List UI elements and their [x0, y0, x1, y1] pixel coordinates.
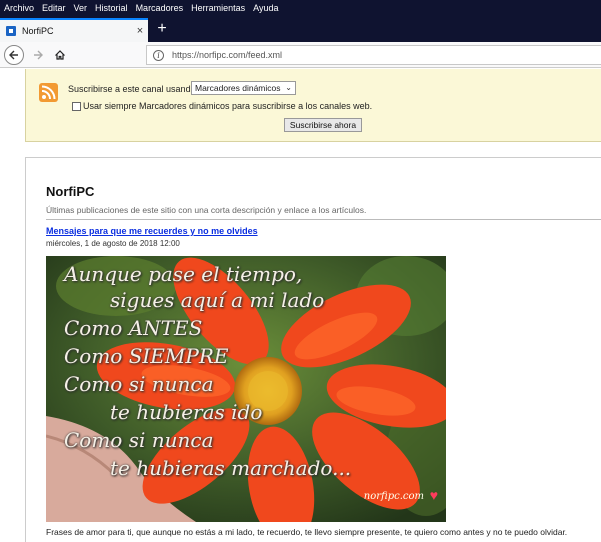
tab-norfipc[interactable]: NorfiPC ×: [0, 18, 148, 42]
post-summary: Frases de amor para ti, que aunque no es…: [46, 527, 568, 537]
close-tab-icon[interactable]: ×: [132, 25, 148, 37]
menu-historial[interactable]: Historial: [95, 3, 128, 13]
new-tab-button[interactable]: +: [152, 19, 172, 39]
tab-title: NorfiPC: [22, 26, 54, 36]
home-button[interactable]: [50, 45, 70, 65]
forward-arrow-icon: [34, 50, 43, 60]
tab-strip: NorfiPC × +: [0, 16, 601, 42]
subscribe-panel: Suscribirse a este canal usando Marcador…: [25, 69, 601, 142]
rss-feed-icon: [39, 83, 58, 102]
image-line-5: Como si nunca: [64, 372, 214, 396]
site-favicon-icon: [6, 26, 16, 36]
menu-archivo[interactable]: Archivo: [4, 3, 34, 13]
back-arrow-icon: [9, 50, 18, 60]
always-use-label[interactable]: Usar siempre Marcadores dinámicos para s…: [83, 101, 372, 111]
image-line-6: te hubieras ido: [110, 400, 263, 424]
subscribe-using-label: Suscribirse a este canal usando: [68, 84, 196, 94]
feed-title: NorfiPC: [46, 184, 95, 199]
menu-herramientas[interactable]: Herramientas: [191, 3, 245, 13]
site-info-icon[interactable]: i: [153, 49, 164, 61]
heart-icon: ♥: [429, 487, 438, 503]
home-icon: [55, 50, 65, 60]
back-button[interactable]: [4, 45, 24, 65]
url-text[interactable]: https://norfipc.com/feed.xml: [172, 50, 282, 60]
menu-bar: Archivo Editar Ver Historial Marcadores …: [0, 0, 601, 16]
menu-ver[interactable]: Ver: [74, 3, 88, 13]
image-line-4: Como SIEMPRE: [64, 344, 229, 368]
menu-editar[interactable]: Editar: [42, 3, 66, 13]
subscribe-method-value: Marcadores dinámicos: [195, 83, 281, 93]
post-image: Aunque pase el tiempo, sigues aquí a mi …: [46, 256, 446, 522]
image-line-1: Aunque pase el tiempo,: [64, 262, 303, 286]
menu-marcadores[interactable]: Marcadores: [136, 3, 184, 13]
image-line-3: Como ANTES: [64, 316, 203, 340]
menu-ayuda[interactable]: Ayuda: [253, 3, 278, 13]
post-title-link[interactable]: Mensajes para que me recuerdes y no me o…: [46, 226, 258, 236]
always-use-checkbox[interactable]: [72, 102, 81, 111]
chevron-down-icon: ⌄: [285, 83, 292, 92]
image-line-2: sigues aquí a mi lado: [110, 288, 325, 312]
image-line-8: te hubieras marchado...: [110, 456, 352, 480]
feed-description: Últimas publicaciones de este sitio con …: [46, 205, 601, 220]
subscribe-now-button[interactable]: Suscribirse ahora: [284, 118, 362, 132]
forward-button[interactable]: [28, 45, 48, 65]
feed-content: NorfiPC Últimas publicaciones de este si…: [25, 157, 601, 542]
navigation-bar: i https://norfipc.com/feed.xml: [0, 42, 601, 68]
url-bar[interactable]: i https://norfipc.com/feed.xml: [146, 45, 601, 65]
subscribe-method-select[interactable]: Marcadores dinámicos ⌄: [191, 81, 296, 95]
post-date: miércoles, 1 de agosto de 2018 12:00: [46, 239, 180, 248]
image-watermark: norfipc.com: [363, 491, 424, 502]
image-line-7: Como si nunca: [64, 428, 214, 452]
